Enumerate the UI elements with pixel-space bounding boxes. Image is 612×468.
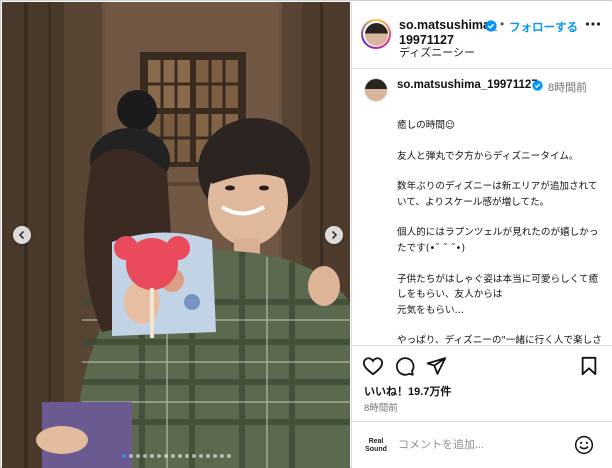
verified-badge-icon <box>532 80 543 91</box>
verified-badge-icon <box>485 20 497 32</box>
carousel-dot <box>128 454 133 458</box>
chevron-right-icon <box>331 230 338 240</box>
caption-timestamp: 8時間前 <box>548 82 588 94</box>
photo-illustration <box>2 2 350 468</box>
carousel-dot <box>163 454 168 458</box>
carousel-dot <box>198 454 203 458</box>
carousel-prev-button[interactable] <box>13 226 31 244</box>
carousel-dot <box>191 454 196 458</box>
comment-bar: Real Sound <box>352 421 612 468</box>
heart-icon[interactable] <box>362 356 384 376</box>
carousel-dot <box>142 454 147 458</box>
post-actions: いいね！19.7万件 8時間前 <box>352 345 612 421</box>
caption-avatar[interactable] <box>364 78 388 102</box>
caption-username[interactable]: so.matsushima_19971127 <box>397 79 538 91</box>
caption-paragraph: 個人的にはラプンツェルが見れたのが嬉しかったです(•˘ ˘ ˘•) <box>397 227 599 254</box>
chevron-left-icon <box>18 230 25 240</box>
carousel-dot <box>121 454 126 458</box>
carousel-dot <box>205 454 210 458</box>
caption-paragraph: 癒しの時間☺ <box>397 120 455 131</box>
caption-paragraph: 子供たちがはしゃぐ姿は本当に可愛らしくて癒しをもらい、友人からは 元気をもらい… <box>397 273 599 316</box>
commenter-avatar: Real Sound <box>365 438 387 453</box>
carousel-dot <box>219 454 224 458</box>
caption-paragraph: やっぱり、ディズニーの"一緒に行く人で楽しさが決まる"って 本当だ <box>397 335 602 345</box>
carousel-dot <box>226 454 231 458</box>
carousel-dot <box>170 454 175 458</box>
comment-icon[interactable] <box>394 356 415 377</box>
author-avatar[interactable] <box>361 19 391 49</box>
share-icon[interactable] <box>426 356 447 376</box>
instagram-post-window: so.matsushima_19971127 • フォローする ディズニーシー … <box>0 0 612 468</box>
carousel-dot <box>156 454 161 458</box>
carousel-dot <box>184 454 189 458</box>
post-header: so.matsushima_19971127 • フォローする ディズニーシー <box>352 2 612 69</box>
caption-paragraph: 数年ぶりのディズニーは新エリアが追加されていて、よりスケール感が増してた。 <box>397 181 598 208</box>
carousel-next-button[interactable] <box>325 226 343 244</box>
caption-section: so.matsushima_19971127 8時間前 癒しの時間☺ 友人と弾丸… <box>352 70 612 345</box>
more-horizontal-icon[interactable] <box>585 21 601 27</box>
carousel-dot <box>212 454 217 458</box>
comment-input[interactable] <box>398 436 558 454</box>
post-photo[interactable] <box>2 2 350 468</box>
separator-dot: • <box>500 17 505 31</box>
caption-paragraph: 友人と弾丸で夕方からディズニータイム。 <box>397 150 579 162</box>
post-location[interactable]: ディズニーシー <box>399 44 475 60</box>
carousel-dot <box>177 454 182 458</box>
post-timestamp: 8時間前 <box>364 403 398 414</box>
follow-button[interactable]: フォローする <box>509 19 578 35</box>
emoji-icon[interactable] <box>574 435 594 455</box>
carousel-dot <box>135 454 140 458</box>
bookmark-icon[interactable] <box>580 356 598 376</box>
caption-text: 癒しの時間☺ 友人と弾丸で夕方からディズニータイム。 数年ぶりのディズニーは新エ… <box>397 118 605 345</box>
post-side-panel: so.matsushima_19971127 • フォローする ディズニーシー … <box>351 2 612 468</box>
like-count[interactable]: いいね！19.7万件 <box>364 383 451 399</box>
carousel-dot <box>149 454 154 458</box>
carousel-indicator <box>2 454 350 458</box>
